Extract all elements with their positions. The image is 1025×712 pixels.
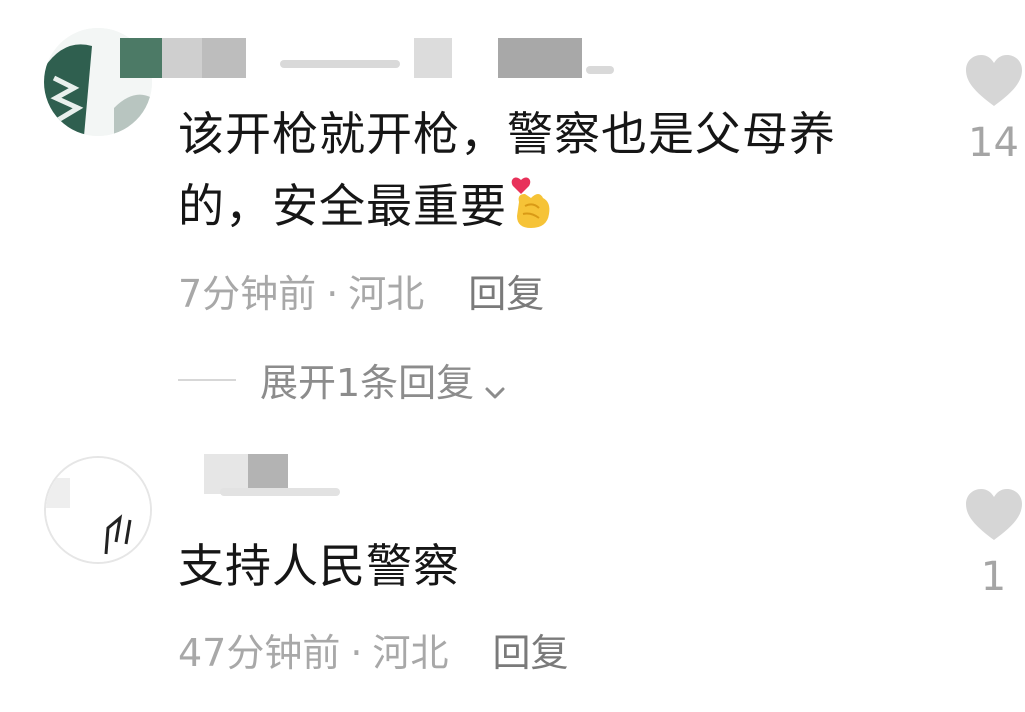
avatar-image-icon xyxy=(46,458,150,562)
reply-button[interactable]: 回复 xyxy=(492,631,568,675)
divider-line xyxy=(178,378,236,381)
comment-time: 7分钟前 xyxy=(178,272,317,316)
comment-meta: 7分钟前 · 河北 回复 xyxy=(178,263,544,318)
comment-location: 河北 xyxy=(348,272,425,316)
expand-replies-button[interactable]: 展开1条回复 xyxy=(178,352,506,407)
comment-text: 该开枪就开枪，警察也是父母养 的，安全最重要 xyxy=(178,98,836,242)
comment-text-segment: 的，安全最重要 xyxy=(178,179,507,233)
comment-text-line: 的，安全最重要 xyxy=(178,170,836,242)
finger-heart-icon xyxy=(509,172,555,232)
comment-meta: 47分钟前 · 河北 回复 xyxy=(178,622,568,677)
comment-item: 支持人民警察 47分钟前 · 河北 回复 1 xyxy=(0,430,1025,712)
meta-separator: · xyxy=(350,631,363,675)
expand-replies-label: 展开1条回复 xyxy=(260,361,475,405)
comment-location: 河北 xyxy=(372,631,449,675)
meta-separator: · xyxy=(326,272,339,316)
avatar[interactable] xyxy=(44,456,152,564)
like-button[interactable]: 1 xyxy=(962,488,1025,600)
comment-text: 支持人民警察 xyxy=(178,530,460,602)
comment-item: 该开枪就开枪，警察也是父母养 的，安全最重要 7分钟前 · 河北 回复 展开1条回复 … xyxy=(0,0,1025,430)
comment-text-line: 支持人民警察 xyxy=(178,539,460,593)
like-count: 1 xyxy=(980,554,1007,600)
username-obscured[interactable] xyxy=(160,454,360,498)
heart-icon xyxy=(965,489,1022,540)
like-count: 14 xyxy=(968,120,1019,166)
username-obscured[interactable] xyxy=(120,38,640,82)
reply-button[interactable]: 回复 xyxy=(468,272,544,316)
comment-time: 47分钟前 xyxy=(178,631,341,675)
chevron-down-icon xyxy=(484,369,506,398)
like-button[interactable]: 14 xyxy=(962,54,1025,166)
heart-icon xyxy=(965,55,1022,106)
comment-text-line: 该开枪就开枪，警察也是父母养 xyxy=(178,107,836,161)
